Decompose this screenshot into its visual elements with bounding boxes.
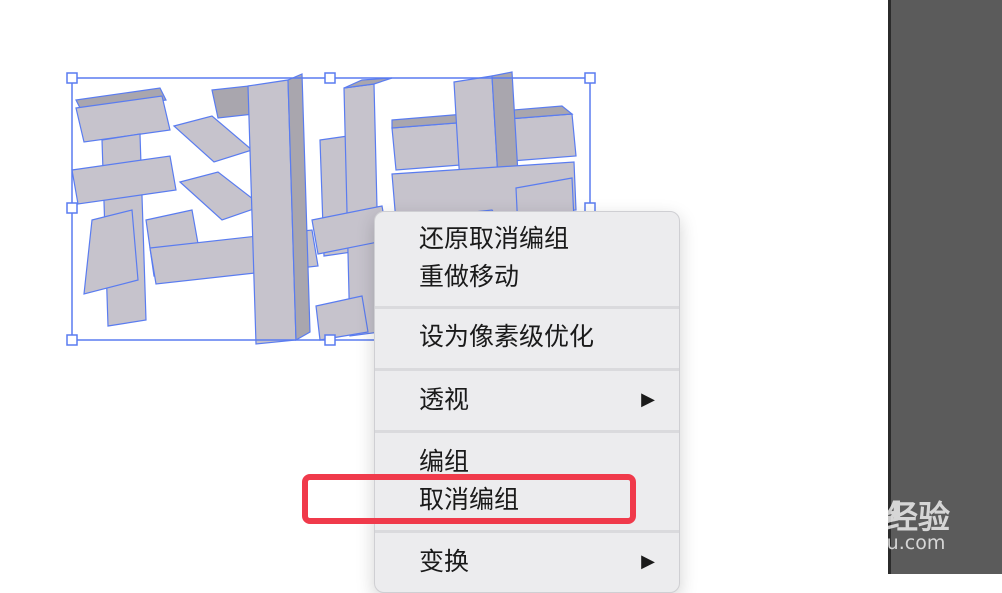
glyph-ke — [71, 73, 319, 345]
menu-separator — [375, 306, 679, 309]
menu-item-undo-ungroup[interactable]: 还原取消编组 — [375, 222, 679, 256]
submenu-arrow-icon: ▶ — [641, 389, 655, 410]
menu-item-pixel-optimize[interactable]: 设为像素级优化 — [375, 320, 679, 354]
handle-bottom-middle — [324, 334, 336, 346]
menu-separator — [375, 430, 679, 433]
handle-top-middle — [324, 72, 336, 84]
menu-item-ungroup[interactable]: 取消编组 — [375, 483, 679, 517]
menu-item-label: 透视 — [419, 385, 470, 414]
menu-separator — [375, 368, 679, 371]
menu-item-label: 变换 — [419, 547, 470, 576]
menu-item-group[interactable]: 编组 — [375, 445, 679, 479]
handle-bottom-left — [66, 334, 78, 346]
handle-top-left — [66, 72, 78, 84]
menu-item-perspective[interactable]: 透视 ▶ — [375, 383, 679, 417]
right-side-panel — [888, 0, 1002, 574]
artboard-canvas[interactable]: 还原取消编组 重做移动 设为像素级优化 透视 ▶ 编组 取消编组 变换 ▶ — [0, 0, 888, 593]
handle-top-right — [584, 72, 596, 84]
menu-separator — [375, 530, 679, 533]
context-menu: 还原取消编组 重做移动 设为像素级优化 透视 ▶ 编组 取消编组 变换 ▶ — [374, 211, 680, 593]
menu-item-redo-move[interactable]: 重做移动 — [375, 260, 679, 294]
handle-middle-left — [66, 202, 78, 214]
